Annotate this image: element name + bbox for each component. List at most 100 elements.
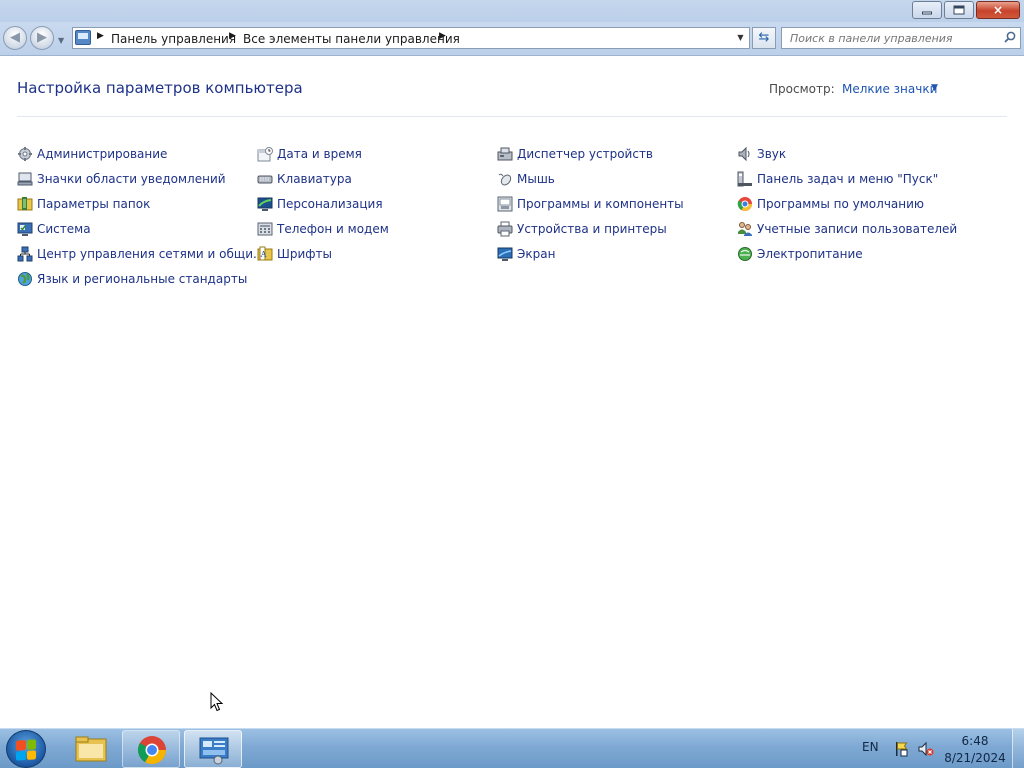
back-arrow-icon: ◀ (10, 30, 20, 46)
language-indicator[interactable]: EN (862, 740, 879, 754)
item-notification-icons[interactable]: Значки области уведомлений (17, 169, 226, 189)
item-label: Программы и компоненты (517, 197, 684, 211)
clock-date[interactable]: 8/21/2024 (944, 751, 1006, 765)
item-label: Программы по умолчанию (757, 197, 925, 211)
item-label: Администрирование (37, 147, 168, 161)
show-desktop-button[interactable] (1012, 729, 1024, 769)
control-panel-location-icon (75, 30, 91, 45)
address-bar[interactable]: ▶ Панель управления ▶ Все элементы панел… (72, 27, 750, 49)
item-programs-features[interactable]: Программы и компоненты (497, 194, 684, 214)
search-icon[interactable] (1004, 31, 1016, 43)
item-default-programs[interactable]: Программы по умолчанию (737, 194, 924, 214)
item-label: Панель задач и меню "Пуск" (757, 172, 939, 186)
item-label: Устройства и принтеры (517, 222, 667, 236)
mouse-icon (498, 173, 512, 186)
display-icon (497, 247, 513, 261)
maximize-button[interactable] (944, 1, 974, 19)
folder-options-icon (17, 197, 33, 211)
minimize-icon (922, 11, 932, 15)
svg-text:A: A (260, 250, 267, 259)
item-sound[interactable]: Звук (737, 144, 786, 164)
item-folder-options[interactable]: Параметры папок (17, 194, 150, 214)
item-label: Электропитание (757, 247, 863, 261)
search-box[interactable] (781, 27, 1021, 49)
item-label: Система (37, 222, 91, 236)
item-device-manager[interactable]: Диспетчер устройств (497, 144, 653, 164)
item-administration[interactable]: Администрирование (17, 144, 167, 164)
close-button[interactable]: × (976, 1, 1020, 19)
item-label: Персонализация (277, 197, 383, 211)
forward-button[interactable]: ▶ (30, 26, 54, 50)
power-options-icon (738, 247, 752, 261)
sound-icon (738, 146, 750, 162)
network-center-icon (17, 246, 33, 262)
item-date-time[interactable]: Дата и время (257, 144, 362, 164)
back-button[interactable]: ◀ (3, 26, 27, 50)
programs-features-icon (497, 196, 513, 212)
start-button[interactable] (6, 730, 46, 768)
breadcrumb-all-items[interactable]: Все элементы панели управления (243, 32, 460, 46)
chevron-down-icon[interactable]: ▼ (931, 83, 938, 93)
item-fonts[interactable]: A Шрифты (257, 244, 332, 264)
close-icon: × (992, 3, 1004, 17)
windows-logo-icon (16, 739, 36, 761)
item-label: Дата и время (277, 147, 362, 161)
forward-arrow-icon: ▶ (37, 30, 47, 46)
item-label: Диспетчер устройств (517, 147, 654, 161)
item-system[interactable]: Система (17, 219, 91, 239)
item-devices-printers[interactable]: Устройства и принтеры (497, 219, 667, 239)
devices-printers-icon (497, 221, 513, 237)
caption-buttons: × (912, 1, 1020, 19)
item-personalization[interactable]: Персонализация (257, 194, 383, 214)
volume-muted-icon[interactable] (918, 741, 934, 757)
title-bar[interactable]: × (0, 0, 1024, 22)
control-panel-window: × ◀ ▶ ▼ ▶ Панель управления ▶ Все элемен… (0, 0, 1024, 728)
minimize-button[interactable] (912, 1, 942, 19)
recent-pages-dropdown[interactable]: ▼ (58, 36, 64, 45)
item-display[interactable]: Экран (497, 244, 555, 264)
taskbar: EN 6:48 8/21/2024 (0, 728, 1024, 769)
item-power-options[interactable]: Электропитание (737, 244, 863, 264)
action-center-flag-icon[interactable] (893, 741, 909, 757)
view-by-dropdown[interactable]: Мелкие значки (842, 82, 937, 96)
restore-icon (953, 5, 965, 15)
clock-time[interactable]: 6:48 (952, 734, 998, 748)
item-taskbar-start[interactable]: Панель задач и меню "Пуск" (737, 169, 938, 189)
system-icon (17, 222, 33, 236)
breadcrumb-control-panel[interactable]: Панель управления (111, 32, 236, 46)
user-accounts-icon (738, 222, 752, 236)
taskbar-control-panel[interactable] (184, 730, 242, 768)
item-label: Центр управления сетями и общи... (37, 247, 265, 261)
item-label: Мышь (517, 172, 555, 186)
taskbar-chrome[interactable] (122, 730, 180, 768)
item-network-center[interactable]: Центр управления сетями и общи... (17, 244, 264, 264)
admin-tools-icon (18, 147, 32, 161)
taskbar-start-icon (737, 171, 752, 187)
breadcrumb-separator-icon[interactable]: ▶ (229, 31, 236, 41)
address-dropdown-button[interactable]: ▼ (732, 28, 748, 48)
control-panel-icon (199, 737, 229, 765)
phone-modem-icon (257, 222, 273, 236)
search-input[interactable] (782, 28, 1000, 48)
device-manager-icon (497, 147, 513, 161)
refresh-button[interactable]: ⇆ (752, 27, 776, 49)
item-label: Значки области уведомлений (37, 172, 226, 186)
content-area: Настройка параметров компьютера Просмотр… (0, 57, 1024, 728)
fonts-icon: A (257, 246, 273, 261)
item-label: Клавиатура (277, 172, 352, 186)
mouse-cursor-icon (210, 692, 224, 712)
item-label: Язык и региональные стандарты (37, 272, 248, 286)
item-mouse[interactable]: Мышь (497, 169, 555, 189)
personalization-icon (257, 197, 273, 211)
item-user-accounts[interactable]: Учетные записи пользователей (737, 219, 957, 239)
item-region-language[interactable]: Язык и региональные стандарты (17, 269, 247, 289)
page-title: Настройка параметров компьютера (17, 79, 303, 97)
date-time-icon (257, 147, 273, 162)
breadcrumb-separator-icon[interactable]: ▶ (97, 31, 104, 41)
keyboard-icon (257, 175, 273, 184)
taskbar-explorer[interactable] (62, 730, 120, 768)
breadcrumb-separator-icon[interactable]: ▶ (439, 31, 446, 41)
item-phone-modem[interactable]: Телефон и модем (257, 219, 389, 239)
refresh-icon: ⇆ (758, 30, 770, 45)
item-keyboard[interactable]: Клавиатура (257, 169, 352, 189)
